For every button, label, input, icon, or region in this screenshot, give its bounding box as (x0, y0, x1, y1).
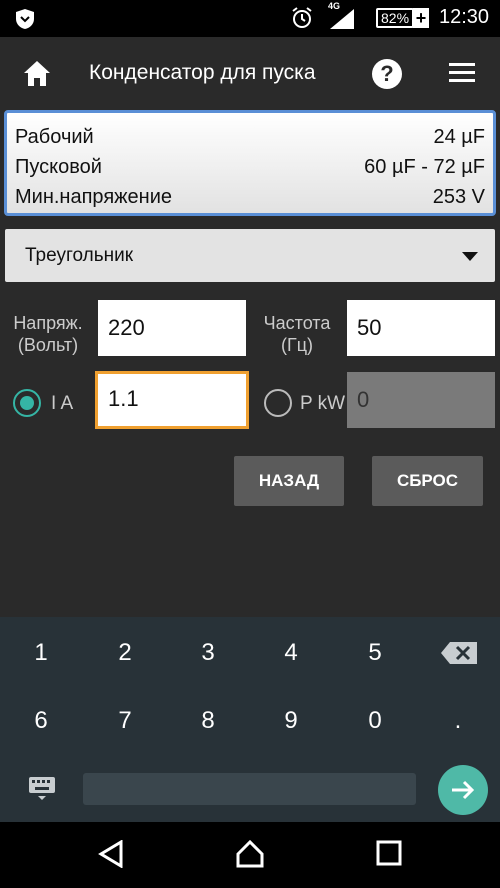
power-radio[interactable] (264, 389, 292, 417)
status-bar: 4G 82% + 12:30 (0, 0, 500, 37)
key-8[interactable]: 8 (178, 701, 238, 741)
dropdown-arrow-icon (462, 252, 478, 261)
keyboard-icon[interactable] (28, 776, 56, 802)
power-input: 0 (347, 372, 495, 428)
battery-indicator: 82% (376, 8, 415, 28)
result-row-min-voltage: Мин.напряжение 253 V (15, 183, 485, 213)
key-4[interactable]: 4 (261, 633, 321, 673)
back-button[interactable]: НАЗАД (234, 456, 344, 506)
result-row-starting: Пусковой 60 µF - 72 µF (15, 153, 485, 183)
frequency-input[interactable]: 50 (347, 300, 495, 356)
voltage-input[interactable]: 220 (98, 300, 246, 356)
voltage-label: Напряж. (Вольт) (13, 313, 83, 355)
space-bar[interactable] (83, 773, 416, 805)
key-7[interactable]: 7 (95, 701, 155, 741)
home-icon[interactable] (22, 59, 52, 87)
dropdown-selected-value: Треугольник (25, 245, 134, 266)
result-value: 253 V (432, 186, 485, 208)
key-9[interactable]: 9 (261, 701, 321, 741)
result-value: 24 µF (433, 126, 485, 148)
current-radio-label: I A (51, 393, 74, 414)
connection-type-dropdown[interactable]: Треугольник (5, 229, 495, 282)
back-nav-icon[interactable] (98, 840, 124, 868)
key-3[interactable]: 3 (178, 633, 238, 673)
key-dot[interactable]: . (428, 701, 488, 741)
shield-icon (16, 9, 34, 29)
numeric-keyboard: 1 2 3 4 5 6 7 8 9 0 . (0, 617, 500, 822)
key-2[interactable]: 2 (95, 633, 155, 673)
enter-button[interactable] (438, 765, 488, 815)
arrow-right-icon (452, 780, 475, 800)
key-5[interactable]: 5 (345, 633, 405, 673)
key-6[interactable]: 6 (11, 701, 71, 741)
result-value: 60 µF - 72 µF (364, 156, 485, 178)
frequency-label: Частота (Гц) (263, 313, 331, 355)
result-label: Мин.напряжение (15, 186, 173, 208)
key-1[interactable]: 1 (11, 633, 71, 673)
help-icon[interactable]: ? (372, 59, 402, 89)
result-label: Рабочий (15, 126, 94, 148)
navigation-bar (0, 822, 500, 888)
current-input[interactable]: 1.1 (95, 371, 249, 429)
backspace-icon[interactable] (440, 641, 478, 665)
result-row-working: Рабочий 24 µF (15, 123, 485, 153)
alarm-icon (292, 7, 312, 28)
signal-icon (330, 9, 354, 29)
current-radio[interactable] (13, 389, 41, 417)
page-title: Конденсатор для пуска (89, 61, 316, 84)
recents-nav-icon[interactable] (376, 840, 402, 866)
charging-icon: + (413, 8, 429, 28)
result-panel: Рабочий 24 µF Пусковой 60 µF - 72 µF Мин… (4, 110, 496, 216)
home-nav-icon[interactable] (236, 840, 264, 868)
menu-icon[interactable] (449, 63, 475, 83)
result-label: Пусковой (15, 156, 102, 178)
clock: 12:30 (439, 6, 490, 28)
app-bar: Конденсатор для пуска ? (0, 37, 500, 109)
power-radio-label: P kW (300, 393, 346, 414)
key-0[interactable]: 0 (345, 701, 405, 741)
reset-button[interactable]: СБРОС (372, 456, 483, 506)
